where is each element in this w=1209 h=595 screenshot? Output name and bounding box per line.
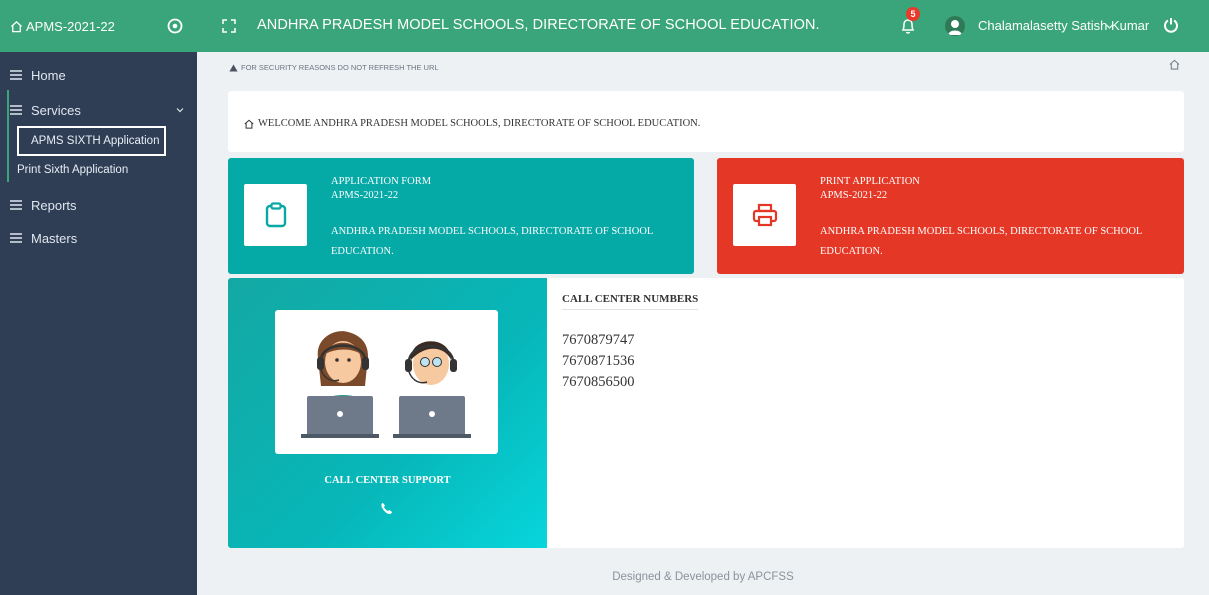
- menu-icon: [10, 200, 22, 210]
- chevron-down-icon[interactable]: [1105, 22, 1114, 31]
- icon-box: [733, 184, 796, 246]
- printer-icon: [752, 203, 777, 227]
- sidebar-item-masters[interactable]: Masters: [0, 224, 197, 252]
- print-application-card[interactable]: PRINT APPLICATION APMS-2021-22 ANDHRA PR…: [717, 158, 1184, 274]
- card-org: ANDHRA PRADESH MODEL SCHOOLS, DIRECTORAT…: [820, 226, 1142, 257]
- clipboard-icon: [265, 202, 286, 228]
- sidebar-toggle-icon[interactable]: [166, 18, 184, 34]
- icon-box: [244, 184, 307, 246]
- menu-icon: [10, 70, 22, 80]
- card-title: PRINT APPLICATION: [820, 176, 920, 187]
- power-icon[interactable]: [1163, 17, 1179, 33]
- sidebar: Home Services APMS SIXTH Application Pri…: [0, 52, 197, 595]
- sidebar-item-home[interactable]: Home: [0, 61, 197, 89]
- notice-text: FOR SECURITY REASONS DO NOT REFRESH THE …: [241, 63, 439, 72]
- welcome-panel: WELCOME ANDHRA PRADESH MODEL SCHOOLS, DI…: [228, 91, 1184, 152]
- header-title: ANDHRA PRADESH MODEL SCHOOLS, DIRECTORAT…: [257, 17, 820, 33]
- phone-number: 7670856500: [562, 374, 635, 390]
- phone-icon: [381, 503, 392, 515]
- fullscreen-icon[interactable]: [222, 19, 236, 33]
- home-icon: [244, 119, 254, 129]
- notification-badge: 5: [906, 7, 920, 21]
- phone-number: 7670871536: [562, 353, 635, 369]
- support-agents-icon: [301, 331, 471, 438]
- call-center-support-title: CALL CENTER SUPPORT: [324, 475, 451, 486]
- brand-text: APMS-2021-22: [26, 18, 115, 34]
- top-navbar: APMS-2021-22 ANDHRA PRADESH MODEL SCHOOL…: [0, 0, 1209, 52]
- sidebar-item-services[interactable]: Services: [0, 96, 197, 124]
- user-avatar-icon: [948, 20, 962, 35]
- menu-icon: [10, 233, 22, 243]
- call-center-numbers-heading: CALL CENTER NUMBERS: [562, 293, 699, 310]
- warning-icon: [229, 64, 238, 71]
- sidebar-subitem-apms-sixth[interactable]: APMS SIXTH Application: [17, 126, 166, 156]
- sidebar-item-label: Reports: [31, 197, 77, 213]
- home-icon[interactable]: [1169, 59, 1180, 70]
- call-center-support-box: CALL CENTER SUPPORT: [228, 278, 547, 548]
- application-form-card[interactable]: APPLICATION FORM APMS-2021-22 ANDHRA PRA…: [228, 158, 694, 274]
- welcome-text: WELCOME ANDHRA PRADESH MODEL SCHOOLS, DI…: [258, 118, 701, 129]
- sidebar-item-label: Services: [31, 102, 81, 118]
- sidebar-item-label: Home: [31, 67, 66, 83]
- sidebar-item-reports[interactable]: Reports: [0, 191, 197, 219]
- phone-number: 7670879747: [562, 332, 635, 348]
- sidebar-subitem-print-sixth[interactable]: Print Sixth Application: [17, 164, 128, 176]
- card-year: APMS-2021-22: [820, 190, 888, 201]
- card-org: ANDHRA PRADESH MODEL SCHOOLS, DIRECTORAT…: [331, 226, 653, 257]
- menu-icon: [10, 105, 22, 115]
- chevron-down-icon: [176, 108, 184, 113]
- card-year: APMS-2021-22: [331, 190, 399, 201]
- call-center-panel: CALL CENTER SUPPORT CALL CENTER NUMBERS …: [228, 278, 1184, 548]
- home-icon: [10, 20, 23, 32]
- welcome-heading: WELCOME ANDHRA PRADESH MODEL SCHOOLS, DI…: [244, 118, 700, 129]
- sidebar-item-label: Masters: [31, 230, 78, 246]
- avatar[interactable]: [945, 16, 965, 36]
- user-name[interactable]: Chalamalasetty Satish Kumar: [978, 18, 1149, 33]
- call-center-numbers-list: 7670879747 7670871536 7670856500: [562, 330, 635, 393]
- footer-text: Designed & Developed by APCFSS: [612, 571, 794, 583]
- security-notice: FOR SECURITY REASONS DO NOT REFRESH THE …: [229, 63, 439, 72]
- call-center-illustration: [275, 310, 498, 454]
- card-title: APPLICATION FORM: [331, 176, 432, 187]
